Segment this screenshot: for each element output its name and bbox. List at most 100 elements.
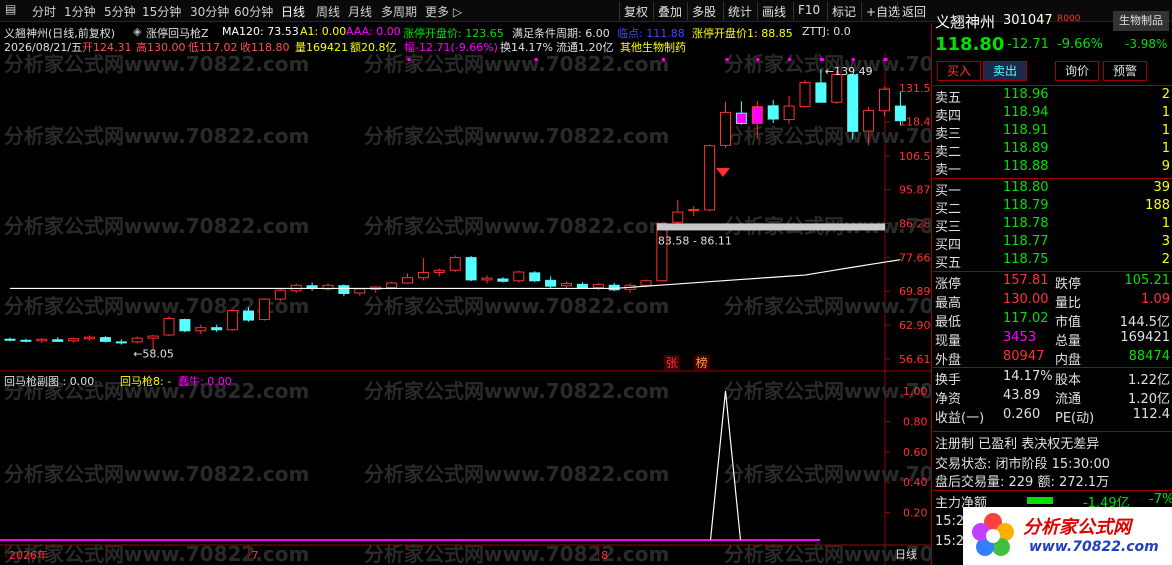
ask-row: 卖五 118.96 2 (935, 87, 1170, 106)
sub-series-1: 回马枪8: - (120, 375, 172, 388)
event-tag: 榜 (696, 355, 708, 370)
signal-dot (661, 58, 665, 61)
watermark-text: 分析家公式网www.70822.com (4, 542, 309, 565)
candle-body (449, 257, 461, 271)
period-tab-3[interactable]: 15分钟 (142, 3, 181, 20)
registration-note: 注册制 已盈利 表决权无差异 (935, 437, 1100, 452)
candle-body (751, 106, 763, 124)
signal-dot (756, 58, 760, 61)
candle-body (879, 88, 890, 112)
period-tab-10[interactable]: 更多 ▷ (425, 3, 462, 20)
period-tab-2[interactable]: 5分钟 (104, 3, 136, 20)
watermark-text: 分析家公式网www.70822.com (4, 124, 309, 148)
toolbar-button-2[interactable]: 多股 (687, 2, 720, 20)
trade-state: 交易状态: 闭市阶段 15:30:00 (935, 457, 1111, 472)
candle-body (783, 105, 795, 121)
period-tab-4[interactable]: 30分钟 (190, 3, 229, 20)
stat-row: 外盘 80947 内盘 88474 (935, 349, 1170, 368)
sell-button[interactable]: 卖出 (983, 61, 1027, 81)
kline-chart-area[interactable]: 义翘神州(日线,前复权) ◈ 涨停回马枪Z MA120: 73.53 A1: 0… (0, 23, 932, 565)
candle-body (227, 310, 239, 331)
ask-row: 卖一 118.88 9 (935, 159, 1170, 178)
divider (933, 178, 1172, 179)
candle-body (831, 74, 843, 103)
price-tick-label: 131.5 (899, 82, 931, 95)
signal-dot (407, 58, 411, 61)
candle-body (465, 257, 477, 281)
candle-body (576, 283, 588, 289)
candle-body (258, 298, 270, 321)
candle-body (894, 105, 906, 122)
period-tab-7[interactable]: 周线 (316, 3, 340, 20)
watermark-text: 分析家公式网www.70822.com (364, 294, 669, 318)
ask-row: 卖二 118.89 1 (935, 141, 1170, 160)
period-tab-1[interactable]: 1分钟 (64, 3, 96, 20)
period-tab-8[interactable]: 月线 (348, 3, 372, 20)
toolbar-button-1[interactable]: 叠加 (653, 2, 686, 20)
alert-button[interactable]: 预警 (1103, 61, 1147, 81)
toolbar-button-5[interactable]: F10 (793, 2, 824, 20)
candle-body (211, 327, 223, 331)
sector-badge[interactable]: 生物制品 (1113, 11, 1169, 31)
candle-body (99, 337, 111, 342)
period-tab-0[interactable]: 分时 (32, 3, 56, 20)
candle-body (640, 280, 652, 286)
divider (933, 367, 1172, 368)
sub-indicator-title[interactable]: 回马枪副图 : 0.00 (4, 373, 94, 389)
bid-row: 买四 118.77 3 (935, 234, 1170, 253)
watermark-text: 分析家公式网www.70822.com (364, 214, 669, 238)
divider (933, 271, 1172, 272)
stock-code: 301047 (1003, 13, 1053, 28)
candle-body (656, 222, 668, 282)
watermark-text: 分析家公式网www.70822.com (4, 214, 309, 238)
signal-dot (788, 58, 792, 61)
candle-body (497, 278, 509, 282)
candle-body (688, 209, 700, 212)
candle-body (863, 110, 875, 132)
stat-row: 现量 3453 总量 169421 (935, 330, 1170, 349)
stat-row: 最低 117.02 市值 144.5亿 (935, 311, 1170, 330)
candle-body (338, 285, 350, 295)
sub-tick-label: 0.60 (903, 446, 928, 459)
inquiry-button[interactable]: 询价 (1055, 61, 1099, 81)
candle-body (608, 284, 620, 291)
toolbar-button-3[interactable]: 统计 (723, 2, 756, 20)
candle-body (274, 289, 286, 300)
toolbar-button-6[interactable]: 标记 (827, 2, 860, 20)
min-price-label: ←58.05 (133, 348, 174, 361)
buy-button[interactable]: 买入 (937, 61, 981, 81)
toolbar-button-0[interactable]: 复权 (619, 2, 652, 20)
watermark-text: 分析家公式网www.70822.com (364, 462, 669, 486)
candle-body (767, 105, 779, 120)
watermark-text: 分析家公式网www.70822.com (364, 52, 669, 76)
candle-body (115, 341, 127, 344)
divider (933, 85, 1172, 86)
candle-body (481, 277, 493, 281)
candle-body (592, 283, 604, 289)
candle-body (402, 277, 413, 284)
period-tab-5[interactable]: 60分钟 (234, 3, 273, 20)
stat-row: 换手 14.17% 股本 1.22亿 (935, 369, 1170, 388)
menu-icon[interactable]: ▤ (5, 2, 16, 16)
ask-row: 卖四 118.94 1 (935, 105, 1170, 124)
period-tab-6[interactable]: 日线 (281, 3, 305, 20)
candle-body (720, 111, 731, 146)
watermark-text: 分析家公式网www.70822.com (364, 379, 669, 403)
watermark-text: 分析家公式网www.70822.com (4, 462, 309, 486)
sub-tick-label: 0.40 (903, 476, 928, 489)
sub-tick-label: 0.80 (903, 415, 928, 428)
signal-dot (819, 58, 823, 61)
toolbar-button-8[interactable]: 返回 (897, 2, 930, 20)
candle-body (386, 282, 398, 289)
candle-body (163, 318, 175, 336)
candle-body (735, 112, 747, 124)
period-toolbar: 分时 1分钟 5分钟 15分钟 30分钟 60分钟 日线 周线 月线 多周期 更多 ▷ 复权 叠加 多股统… (0, 0, 1172, 22)
price-tick-label: 77.66 (899, 251, 931, 264)
time-label: 2026年 (9, 548, 48, 562)
toolbar-button-4[interactable]: 画线 (757, 2, 790, 20)
period-tab-9[interactable]: 多周期 (381, 3, 417, 20)
candle-body (52, 339, 64, 342)
sub-tick-label: 1.00 (903, 385, 928, 398)
candle-body (36, 338, 48, 342)
watermark-text: 分析家公式网www.70822.com (364, 542, 669, 565)
